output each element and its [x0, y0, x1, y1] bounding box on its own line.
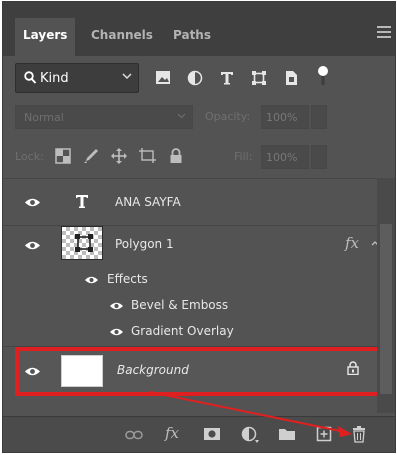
lock-label: Lock:	[15, 150, 44, 163]
chevron-down-icon	[122, 73, 132, 80]
link-layers-icon[interactable]	[125, 430, 143, 440]
lock-icon[interactable]	[347, 361, 359, 375]
type-filter-icon[interactable]	[219, 70, 235, 86]
lock-transparent-pixels-icon[interactable]	[55, 148, 71, 164]
layers-panel: Layers Channels Paths Kind Normal Opacit…	[2, 1, 396, 453]
panel-menu-icon[interactable]	[377, 26, 391, 38]
text-layer-icon	[76, 195, 88, 208]
layers-bottom-toolbar: fx	[3, 416, 395, 452]
eye-icon[interactable]	[84, 275, 99, 285]
adjustment-layer-icon[interactable]	[241, 426, 261, 444]
fill-label: Fill:	[234, 150, 253, 163]
add-mask-icon[interactable]	[203, 427, 221, 441]
layer-name: Polygon 1	[115, 237, 174, 251]
eye-icon[interactable]	[109, 301, 124, 311]
filter-kind-dropdown[interactable]: Kind	[15, 63, 139, 93]
layer-thumbnail-background	[61, 355, 103, 387]
layers-list: ANA SAYFA Polygon 1 fx Effects Bevel & E…	[3, 178, 390, 413]
blend-mode-dropdown[interactable]: Normal	[15, 105, 193, 129]
delete-layer-icon[interactable]	[352, 426, 366, 443]
opacity-label: Opacity:	[205, 110, 251, 123]
shape-layer-icon	[75, 234, 93, 252]
layers-scrollbar[interactable]	[377, 178, 395, 413]
fx-icon[interactable]: fx	[165, 424, 179, 442]
effect-gradient-overlay[interactable]: Gradient Overlay	[3, 319, 379, 345]
fill-dropdown-button[interactable]	[311, 145, 327, 169]
eye-icon[interactable]	[109, 327, 124, 337]
fill-value[interactable]: 100%	[261, 145, 309, 169]
opacity-dropdown-button[interactable]	[311, 105, 327, 129]
adjustment-filter-icon[interactable]	[187, 70, 203, 86]
smart-object-filter-icon[interactable]	[283, 70, 299, 86]
lock-row: Lock: Fill: 100%	[15, 145, 385, 169]
layer-effects-fx-icon[interactable]: fx	[345, 234, 359, 252]
image-filter-icon[interactable]	[155, 70, 171, 85]
shape-filter-icon[interactable]	[251, 70, 267, 86]
effects-label: Effects	[107, 272, 148, 286]
tab-layers[interactable]: Layers	[15, 18, 76, 56]
layer-row-polygon-1[interactable]: Polygon 1 fx	[3, 226, 379, 266]
eye-icon[interactable]	[24, 366, 41, 377]
chevron-down-icon	[177, 113, 186, 119]
eye-icon[interactable]	[24, 240, 41, 251]
panel-tab-bar: Layers Channels Paths	[3, 2, 395, 56]
layer-effects-row[interactable]: Effects	[3, 267, 379, 293]
filter-kind-label: Kind	[40, 71, 69, 86]
blend-mode-label: Normal	[24, 111, 64, 124]
effect-bevel-emboss[interactable]: Bevel & Emboss	[3, 293, 379, 319]
opacity-value[interactable]: 100%	[261, 105, 309, 129]
lock-all-icon[interactable]	[169, 148, 183, 164]
new-group-icon[interactable]	[278, 427, 296, 441]
filter-toggle-icon[interactable]	[317, 65, 329, 87]
tab-paths[interactable]: Paths	[165, 18, 219, 56]
blend-row: Normal Opacity: 100%	[15, 105, 385, 129]
effect-name: Gradient Overlay	[131, 324, 234, 338]
filter-row: Kind	[15, 63, 385, 93]
scrollbar-thumb[interactable]	[380, 224, 392, 394]
effect-name: Bevel & Emboss	[131, 298, 229, 312]
layer-thumbnail-polygon	[61, 226, 103, 260]
lock-image-pixels-icon[interactable]	[83, 148, 99, 164]
lock-position-icon[interactable]	[111, 148, 127, 164]
new-layer-icon[interactable]	[316, 426, 332, 442]
tab-channels[interactable]: Channels	[83, 18, 161, 56]
layer-row-ana-sayfa[interactable]: ANA SAYFA	[3, 179, 379, 225]
layer-name: Background	[117, 363, 189, 377]
layer-name: ANA SAYFA	[115, 195, 181, 209]
lock-artboard-icon[interactable]	[139, 148, 157, 164]
eye-icon[interactable]	[24, 197, 41, 208]
search-icon	[24, 71, 37, 84]
